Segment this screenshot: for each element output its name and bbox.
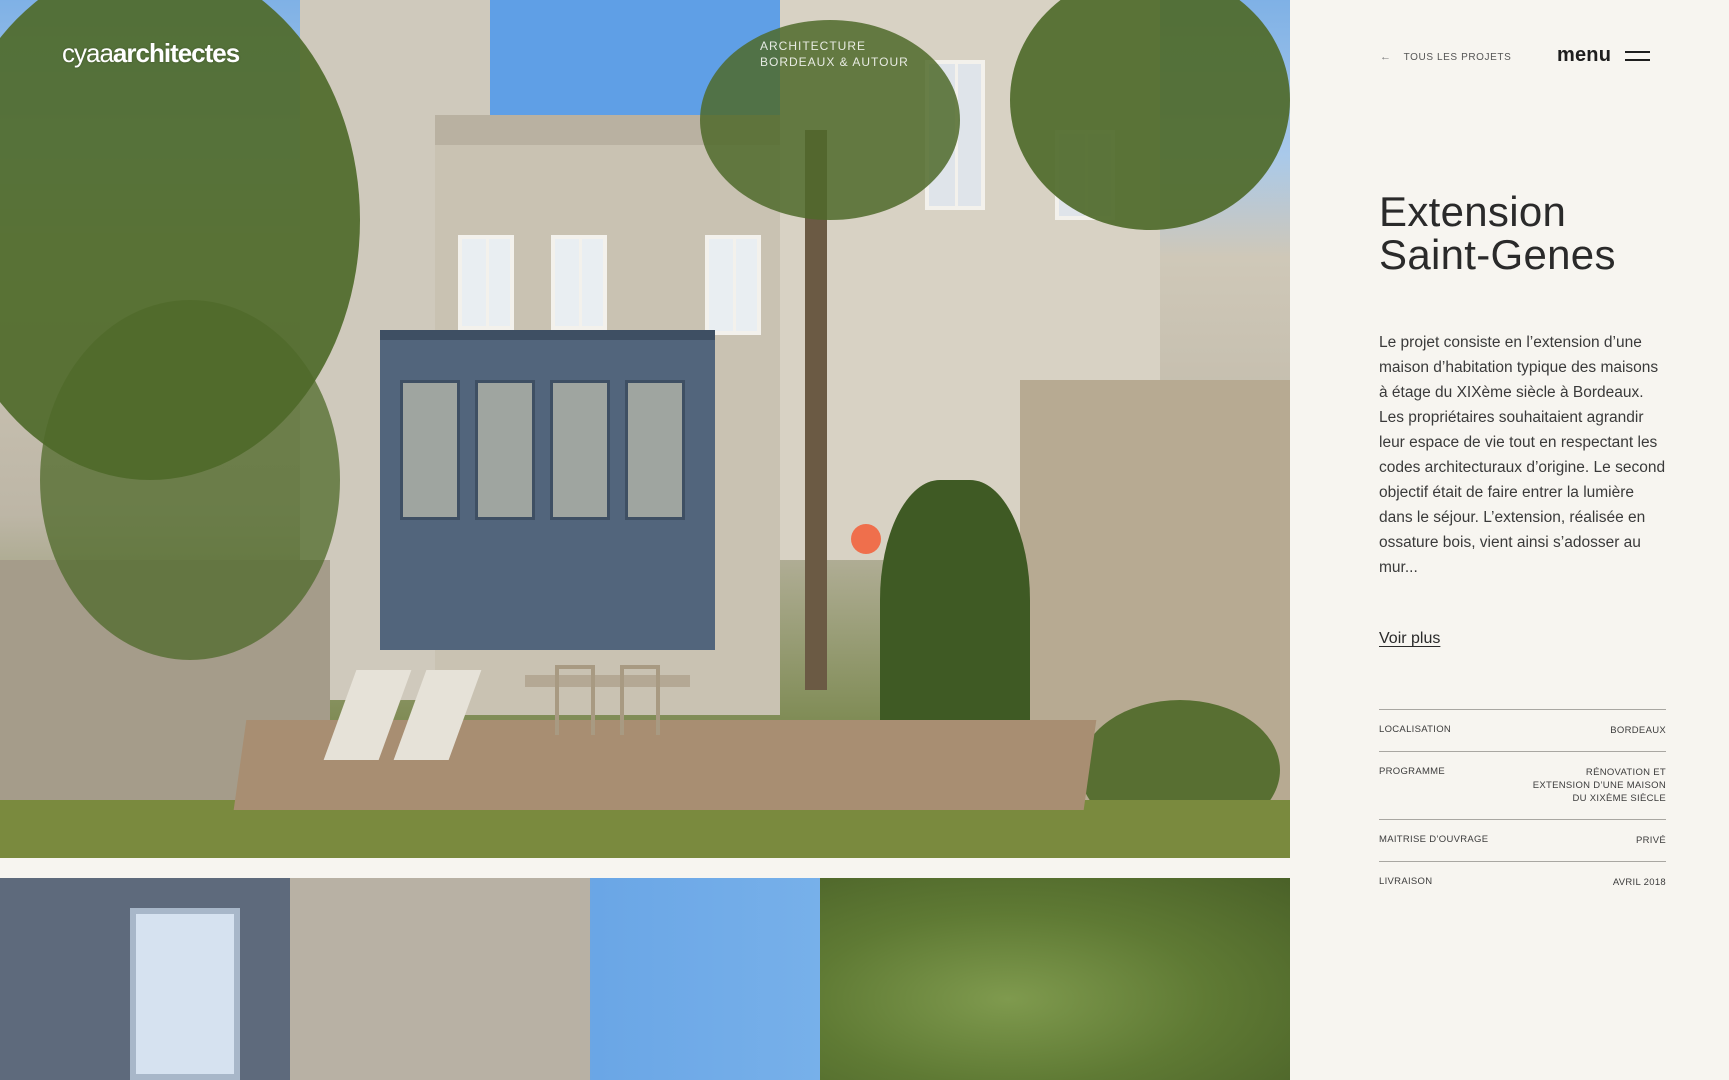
arrow-left-icon: ←: [1380, 51, 1392, 63]
brand-tagline: ARCHITECTURE BORDEAUX & AUTOUR: [760, 38, 909, 70]
spec-row-maitrise: MAITRISE D’OUVRAGE PRIVÉ: [1379, 819, 1666, 861]
spec-key: LIVRAISON: [1379, 876, 1433, 887]
project-title-line-1: Extension: [1379, 188, 1567, 235]
spec-value-line: DU XIXÈME SIÈCLE: [1572, 793, 1666, 804]
spec-key: MAITRISE D’OUVRAGE: [1379, 834, 1489, 845]
logo-thin-part: cyaa: [62, 38, 114, 68]
project-photo-2: [0, 878, 1290, 1080]
spec-value: BORDEAUX: [1610, 725, 1666, 736]
description-paragraph-2: Les propriétaires souhaitaient agrandir …: [1379, 409, 1666, 576]
project-photo-1: [0, 0, 1290, 858]
all-projects-link[interactable]: ← TOUS LES PROJETS: [1380, 51, 1511, 63]
spec-key: LOCALISATION: [1379, 724, 1452, 735]
spec-row-programme: PROGRAMME RÉNOVATION ET EXTENSION D’UNE …: [1379, 751, 1666, 819]
spec-row-livraison: LIVRAISON AVRIL 2018: [1379, 861, 1666, 903]
project-description: Le projet consiste en l’extension d’une …: [1379, 330, 1669, 580]
cursor-dot: [851, 524, 881, 554]
menu-label: menu: [1557, 44, 1612, 66]
spec-row-localisation: LOCALISATION BORDEAUX: [1379, 709, 1666, 751]
spec-value: PRIVÉ: [1635, 835, 1666, 846]
project-title-line-2: Saint-Genes: [1379, 231, 1616, 278]
menu-button[interactable]: menu: [1557, 44, 1651, 67]
spec-key: PROGRAMME: [1379, 766, 1446, 777]
voir-plus-link[interactable]: Voir plus: [1379, 630, 1440, 648]
project-gallery: cyaaarchitectes ARCHITECTURE BORDEAUX & …: [0, 0, 1290, 1080]
tagline-line-1: ARCHITECTURE: [760, 39, 867, 53]
logo-bold-part: architectes: [112, 38, 240, 68]
tagline-line-2: BORDEAUX & AUTOUR: [760, 55, 909, 69]
site-logo[interactable]: cyaaarchitectes: [62, 38, 240, 69]
hamburger-icon: [1625, 50, 1651, 61]
all-projects-label: TOUS LES PROJETS: [1403, 51, 1512, 63]
spec-value-line: EXTENSION D’UNE MAISON: [1532, 780, 1666, 791]
project-specs: LOCALISATION BORDEAUX PROGRAMME RÉNOVATI…: [1379, 709, 1666, 903]
description-paragraph-1: Le projet consiste en l’extension d’une …: [1379, 334, 1659, 401]
spec-value-line: RÉNOVATION ET: [1585, 767, 1666, 778]
project-sidebar: ← TOUS LES PROJETS menu Extension Saint-…: [1290, 0, 1729, 1080]
spec-value: RÉNOVATION ET EXTENSION D’UNE MAISON DU …: [1533, 766, 1666, 805]
project-title: Extension Saint-Genes: [1379, 190, 1709, 276]
spec-value: AVRIL 2018: [1612, 877, 1666, 888]
